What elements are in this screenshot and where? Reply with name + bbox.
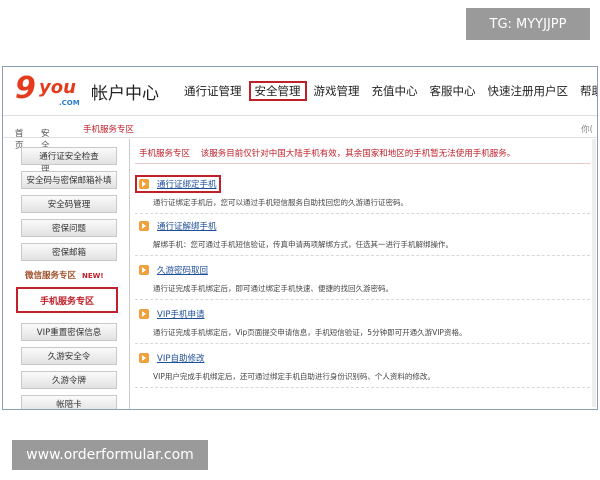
nav-security[interactable]: 安全管理 [248, 81, 307, 101]
service-title-link[interactable]: 通行证绑定手机 [157, 178, 217, 190]
header: 9 you .COM 帐户中心 通行证管理 安全管理 游戏管理 充值中心 客服中… [3, 67, 597, 116]
site-logo[interactable]: 9 you .COM [15, 71, 87, 109]
nav-passport[interactable]: 通行证管理 [179, 81, 247, 101]
service-title-link[interactable]: 通行证解绑手机 [157, 220, 217, 232]
sidebar-item-mobile-service[interactable]: 手机服务专区 [16, 287, 118, 313]
notice-tag: 手机服务专区 [139, 149, 191, 159]
sidebar: 通行证安全检查 安全码与密保邮箱补填 安全码管理 密保问题 密保邮箱 微信服务专… [3, 139, 129, 409]
divider [135, 213, 590, 215]
breadcrumb-user: 你( [581, 125, 593, 135]
logo-text: you [39, 77, 76, 98]
logo-com: .COM [59, 99, 80, 107]
sidebar-item-security-code-fill[interactable]: 安全码与密保邮箱补填 [21, 171, 117, 189]
arrow-icon [139, 353, 149, 363]
breadcrumb-sep: - [41, 127, 45, 137]
sidebar-item-security-code[interactable]: 安全码管理 [21, 195, 117, 213]
service-desc: 解绑手机：您可通过手机短信验证，传真申请两项解绑方式，任选其一进行手机解绑操作。 [153, 240, 453, 249]
service-desc: 通行证绑定手机后，您可以通过手机短信服务自助找回您的久游通行证密码。 [153, 198, 408, 207]
service-title-link[interactable]: 久游密码取回 [157, 264, 208, 276]
arrow-icon [139, 265, 149, 275]
sidebar-item-security-email[interactable]: 密保邮箱 [21, 243, 117, 261]
breadcrumb-current: 手机服务专区 [83, 125, 135, 135]
arrow-icon [139, 309, 149, 319]
arrow-icon [139, 221, 149, 231]
nav-help[interactable]: 帮助 [575, 81, 597, 101]
service-notice: 手机服务专区 该服务目前仅针对中国大陆手机有效，其余国家和地区的手机暂无法使用手… [139, 147, 515, 159]
divider [135, 163, 590, 164]
arrow-icon [139, 179, 149, 189]
service-title-link[interactable]: VIP自助修改 [157, 352, 204, 364]
service-desc: 通行证完成手机绑定后，即可通过绑定手机快速、便捷的找回久游密码。 [153, 284, 393, 293]
sidebar-item-security-question[interactable]: 密保问题 [21, 219, 117, 237]
service-desc: 通行证完成手机绑定后，Vip页面提交申请信息，手机短信验证，5分钟即可开通久游V… [153, 328, 467, 337]
divider [135, 343, 590, 345]
page-title: 帐户中心 [91, 84, 159, 104]
watermark-top: TG: MYYJJPP [466, 8, 590, 40]
divider [135, 387, 590, 389]
service-title-link[interactable]: VIP手机申请 [157, 308, 204, 320]
sidebar-item-token[interactable]: 久游令牌 [21, 371, 117, 389]
scrollbar[interactable] [592, 139, 596, 407]
nav-quick-register[interactable]: 快速注册用户区 [483, 81, 574, 101]
sidebar-wechat-label: 微信服务专区 [25, 271, 77, 281]
watermark-bottom: www.orderformular.com [12, 440, 208, 470]
breadcrumb: 首页 - 安全管理 - 手机服务专区 你( [3, 119, 597, 175]
notice-text: 该服务目前仅针对中国大陆手机有效，其余国家和地区的手机暂无法使用手机服务。 [200, 149, 516, 159]
nav-games[interactable]: 游戏管理 [309, 81, 365, 101]
account-center-window: 9 you .COM 帐户中心 通行证管理 安全管理 游戏管理 充值中心 客服中… [2, 66, 598, 410]
sidebar-item-security-token[interactable]: 久游安全令 [21, 347, 117, 365]
new-badge: NEW! [81, 272, 104, 280]
nav-recharge[interactable]: 充值中心 [367, 81, 423, 101]
sidebar-item-wechat[interactable]: 微信服务专区 NEW! [25, 269, 104, 281]
nav-support[interactable]: 客服中心 [425, 81, 481, 101]
main-nav: 通行证管理 安全管理 游戏管理 充值中心 客服中心 快速注册用户区 帮助 [179, 81, 597, 101]
sidebar-item-vip-reset[interactable]: VIP重置密保信息 [21, 323, 117, 341]
sidebar-item-security-check[interactable]: 通行证安全检查 [21, 147, 117, 165]
sidebar-divider [129, 139, 130, 409]
sidebar-item-card[interactable]: 帐陪卡 [21, 395, 117, 409]
breadcrumb-sep: - [15, 127, 19, 137]
service-desc: VIP用户完成手机绑定后，还可通过绑定手机自助进行身份识别码、个人资料的修改。 [153, 372, 435, 381]
divider [135, 299, 590, 301]
logo-digit: 9 [15, 71, 36, 106]
divider [135, 255, 590, 257]
